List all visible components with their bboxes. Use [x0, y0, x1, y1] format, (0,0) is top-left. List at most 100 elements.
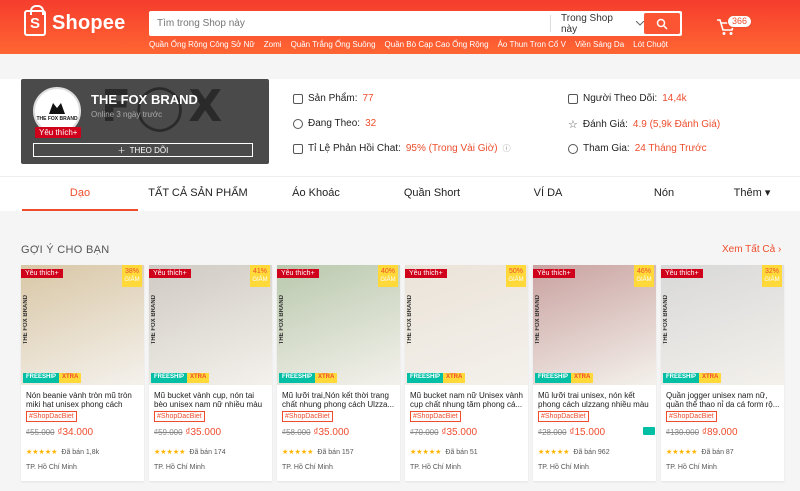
shop-name: THE FOX BRAND	[91, 92, 198, 107]
stat-value: 95% (Trong Vài Giờ)	[405, 143, 498, 154]
brand-watermark: THE FOX BRAND	[535, 295, 541, 345]
stat-label: Đang Theo:	[308, 118, 361, 129]
user-icon	[293, 118, 303, 129]
keyword-link[interactable]: Zomi	[264, 40, 282, 49]
shop-tag: #ShopDacBiet	[282, 411, 333, 422]
brand-watermark: THE FOX BRAND	[407, 295, 413, 345]
product-name: Mũ bucket vành cụp, nón tai bèo unisex n…	[154, 391, 263, 409]
keyword-link[interactable]: Lót Chuột	[633, 40, 668, 49]
product-name: Mũ lưỡi trai unisex, nón kết phong cách …	[538, 391, 649, 409]
favorite-ribbon: Yêu thích+	[533, 269, 575, 278]
stat-value: 4.9 (5,9k Đánh Giá)	[632, 119, 721, 130]
product-card[interactable]: Yêu thích+ 40% GIẢM THE FOX BRAND FREESHI…	[277, 265, 400, 481]
search-button[interactable]	[644, 13, 680, 34]
discount-badge: 46% GIẢM	[634, 265, 654, 287]
tab-quan-short[interactable]: Quần Short	[374, 177, 490, 211]
stat-label: Sản Phẩm:	[308, 93, 358, 104]
favorite-ribbon: Yêu thích+	[277, 269, 319, 278]
freeship-badge: FREESHIP XTRA	[279, 373, 338, 383]
tab-vi-da[interactable]: VÍ DA	[490, 177, 606, 211]
cart-count-badge: 366	[727, 15, 753, 28]
stat-label: Người Theo Dõi:	[583, 93, 658, 104]
stat-rating: ☆ Đánh Giá: 4.9 (5,9k Đánh Giá)	[568, 118, 720, 131]
follow-button[interactable]: ＋ THEO DÕI	[33, 143, 253, 157]
recommend-title: GỢI Ý CHO BẠN	[21, 244, 110, 256]
product-grid: Yêu thích+ 38% GIẢM THE FOX BRAND FREESHI…	[21, 265, 784, 491]
keyword-link[interactable]: Quần Bò Cạp Cao Ống Rộng	[385, 40, 489, 49]
logo-text: Shopee	[52, 11, 126, 34]
stat-label: Tham Gia:	[583, 143, 630, 154]
see-all-link[interactable]: Xem Tất Cả ›	[722, 244, 781, 255]
product-card[interactable]: Yêu thích+ 32% GIẢM THE FOX BRAND FREESHI…	[661, 265, 784, 481]
shop-tag: #ShopDacBiet	[666, 411, 717, 422]
product-name: Mũ lưỡi trai,Nón kết thời trang chất nhu…	[282, 391, 395, 409]
stat-value: 14,4k	[662, 93, 687, 104]
location: TP. Hồ Chí Minh	[410, 464, 461, 471]
rating-row: ★★★★★ Đã bán 174	[154, 449, 226, 456]
freeship-badge: FREESHIP XTRA	[535, 373, 594, 383]
delivery-truck-icon	[643, 427, 655, 435]
avatar-text: THE FOX BRAND	[36, 116, 78, 122]
shopee-logo[interactable]: S Shopee	[24, 5, 126, 36]
search-scope-label: Trong Shop này	[561, 12, 613, 35]
location: TP. Hồ Chí Minh	[26, 464, 77, 471]
tab-dao[interactable]: Dạo	[22, 177, 138, 211]
stat-label: Đánh Giá:	[582, 119, 628, 130]
search-input[interactable]	[149, 11, 550, 36]
shop-card: F◯X THE FOX BRAND Yêu thích+ THE FOX BRA…	[21, 79, 269, 164]
tab-all-products[interactable]: TẤT CẢ SẢN PHẨM	[138, 177, 258, 211]
product-card[interactable]: Yêu thích+ 41% GIẢM THE FOX BRAND FREESHI…	[149, 265, 272, 481]
tab-ao-khoac[interactable]: Áo Khoác	[258, 177, 374, 211]
price: ₫55.000 ₫34.000	[26, 427, 94, 438]
product-card[interactable]: Yêu thích+ 46% GIẢM THE FOX BRAND FREESHI…	[533, 265, 656, 481]
search-scope-select[interactable]: Trong Shop này	[550, 12, 644, 35]
favorite-ribbon: Yêu thích+	[149, 269, 191, 278]
rating-row: ★★★★★ Đã bán 962	[538, 449, 610, 456]
freeship-badge: FREESHIP XTRA	[23, 373, 82, 383]
search-bar: Trong Shop này	[149, 11, 682, 36]
stat-followers: Người Theo Dõi: 14,4k	[568, 93, 687, 104]
search-icon	[656, 18, 668, 30]
plus-icon: ＋	[117, 145, 126, 155]
tab-more[interactable]: Thêm ▾	[722, 177, 782, 211]
keyword-link[interactable]: Quần Ống Rộng Công Sở Nữ	[149, 40, 255, 49]
rating-row: ★★★★★ Đã bán 51	[410, 449, 478, 456]
stat-products: Sản Phẩm: 77	[293, 93, 374, 104]
fox-logo-icon	[49, 103, 65, 114]
product-name: Mũ bucket nam nữ Unisex vành cụp chất nh…	[410, 391, 523, 409]
keyword-link[interactable]: Viền Sáng Da	[575, 40, 624, 49]
info-icon[interactable]: ⓘ	[503, 143, 511, 154]
favorite-ribbon: Yêu thích+	[21, 269, 63, 278]
stat-label: Tỉ Lệ Phản Hồi Chat:	[308, 143, 401, 154]
price: ₫28.000 ₫15.000	[538, 427, 606, 438]
stat-chat: Tỉ Lệ Phản Hồi Chat: 95% (Trong Vài Giờ)…	[293, 143, 511, 154]
tab-non[interactable]: Nón	[606, 177, 722, 211]
freeship-badge: FREESHIP XTRA	[663, 373, 722, 383]
discount-badge: 41% GIẢM	[250, 265, 270, 287]
user-join-icon	[568, 143, 578, 154]
price: ₫59.000 ₫35.000	[154, 427, 222, 438]
location: TP. Hồ Chí Minh	[282, 464, 333, 471]
star-rating-icon: ★★★★★	[666, 449, 698, 456]
favorite-ribbon: Yêu thích+	[661, 269, 703, 278]
followers-icon	[568, 93, 578, 104]
stat-joined: Tham Gia: 24 Tháng Trước	[568, 143, 707, 154]
product-card[interactable]: Yêu thích+ 50% GIẢM THE FOX BRAND FREESHI…	[405, 265, 528, 481]
keyword-link[interactable]: Quần Trắng Ống Suông	[291, 40, 376, 49]
preferred-badge: Yêu thích+	[35, 127, 82, 138]
star-rating-icon: ★★★★★	[154, 449, 186, 456]
product-card[interactable]: Yêu thích+ 38% GIẢM THE FOX BRAND FREESHI…	[21, 265, 144, 481]
keyword-link[interactable]: Áo Thun Tron Cổ V	[498, 40, 566, 49]
top-header: S Shopee Trong Shop này 366 Quần Ống Rộn…	[0, 0, 800, 54]
shop-online-status: Online 3 ngày trước	[91, 110, 163, 119]
star-rating-icon: ★★★★★	[410, 449, 442, 456]
favorite-ribbon: Yêu thích+	[405, 269, 447, 278]
shop-tag: #ShopDacBiet	[538, 411, 589, 422]
chevron-down-icon	[636, 21, 644, 26]
price: ₫58.000 ₫35.000	[282, 427, 350, 438]
discount-badge: 50% GIẢM	[506, 265, 526, 287]
rating-row: ★★★★★ Đã bán 157	[282, 449, 354, 456]
location: TP. Hồ Chí Minh	[538, 464, 589, 471]
star-rating-icon: ★★★★★	[26, 449, 58, 456]
shop-tag: #ShopDacBiet	[26, 411, 77, 422]
